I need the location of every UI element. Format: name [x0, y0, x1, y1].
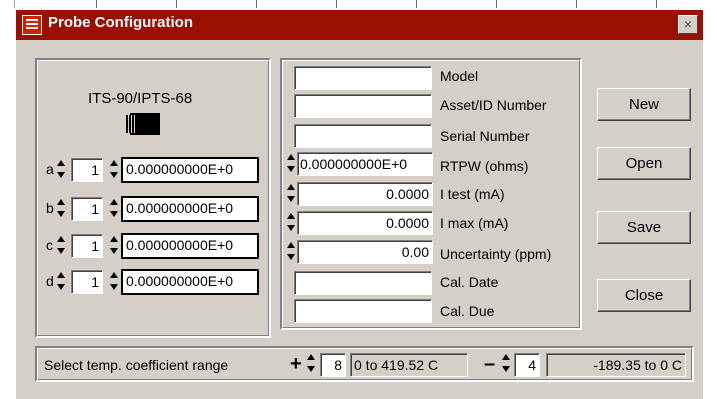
- plus-range-index-field[interactable]: 8: [320, 353, 346, 377]
- close-button[interactable]: Close: [597, 279, 691, 312]
- coef-d-label: d: [46, 273, 54, 289]
- standard-label: ITS-90/IPTS-68: [88, 90, 193, 107]
- minus-range-sign: –: [484, 353, 496, 375]
- sensor-chip-icon: [126, 113, 160, 135]
- coef-d-index-field[interactable]: 1: [71, 270, 103, 294]
- coef-c-index-field[interactable]: 1: [71, 234, 103, 258]
- probe-app-icon: [22, 15, 42, 35]
- coef-d-value-spinner[interactable]: [110, 270, 121, 292]
- window-title: Probe Configuration: [48, 14, 193, 31]
- asset-id-label: Asset/ID Number: [440, 97, 547, 113]
- coef-a-label: a: [46, 161, 54, 177]
- coef-b-label: b: [46, 200, 54, 216]
- coef-c-value-field[interactable]: 0.000000000E+0: [121, 233, 259, 259]
- cal-due-field[interactable]: [294, 299, 432, 323]
- serial-number-field[interactable]: [294, 124, 432, 148]
- background-app-left-edge: [0, 0, 15, 399]
- i-test-field[interactable]: 0.0000: [297, 182, 433, 206]
- coef-b-value-spinner[interactable]: [110, 197, 121, 219]
- coef-d-index-spinner[interactable]: [57, 270, 68, 292]
- rtpw-field[interactable]: 0.000000000E+0: [297, 152, 433, 176]
- uncertainty-field[interactable]: 0.00: [297, 240, 433, 264]
- minus-range-spinner[interactable]: [502, 352, 513, 374]
- coef-c-value-spinner[interactable]: [110, 234, 121, 256]
- coef-a-index-spinner[interactable]: [57, 158, 68, 180]
- serial-number-label: Serial Number: [440, 128, 530, 144]
- cal-due-label: Cal. Due: [440, 303, 495, 319]
- coef-b-index-field[interactable]: 1: [71, 197, 103, 221]
- i-max-field[interactable]: 0.0000: [297, 211, 433, 235]
- temp-range-label: Select temp. coefficient range: [44, 357, 229, 373]
- minus-range-display: -189.35 to 0 C: [546, 353, 686, 377]
- new-button[interactable]: New: [597, 88, 691, 121]
- save-button[interactable]: Save: [597, 211, 691, 244]
- cal-date-label: Cal. Date: [440, 274, 499, 290]
- coef-c-index-spinner[interactable]: [57, 234, 68, 256]
- coef-a-value-spinner[interactable]: [110, 158, 121, 180]
- asset-id-field[interactable]: [294, 94, 432, 118]
- coef-b-value-field[interactable]: 0.000000000E+0: [121, 196, 259, 222]
- close-icon[interactable]: ×: [678, 15, 698, 34]
- plus-range-sign: +: [290, 353, 302, 375]
- rtpw-label: RTPW (ohms): [440, 158, 529, 174]
- cal-date-field[interactable]: [294, 271, 432, 295]
- i-test-label: I test (mA): [440, 186, 505, 202]
- plus-range-spinner[interactable]: [307, 352, 318, 374]
- open-button[interactable]: Open: [597, 147, 691, 180]
- model-label: Model: [440, 68, 479, 84]
- minus-range-index-field[interactable]: 4: [514, 353, 540, 377]
- coef-a-value-field[interactable]: 0.000000000E+0: [121, 157, 259, 183]
- model-field[interactable]: [294, 66, 432, 90]
- coef-c-label: c: [46, 237, 53, 253]
- plus-range-display: 0 to 419.52 C: [350, 353, 468, 377]
- coef-b-index-spinner[interactable]: [57, 197, 68, 219]
- uncertainty-label: Uncertainty (ppm): [440, 246, 552, 262]
- coef-a-index-field[interactable]: 1: [71, 158, 103, 182]
- i-max-label: I max (mA): [440, 215, 509, 231]
- coef-d-value-field[interactable]: 0.000000000E+0: [121, 269, 259, 295]
